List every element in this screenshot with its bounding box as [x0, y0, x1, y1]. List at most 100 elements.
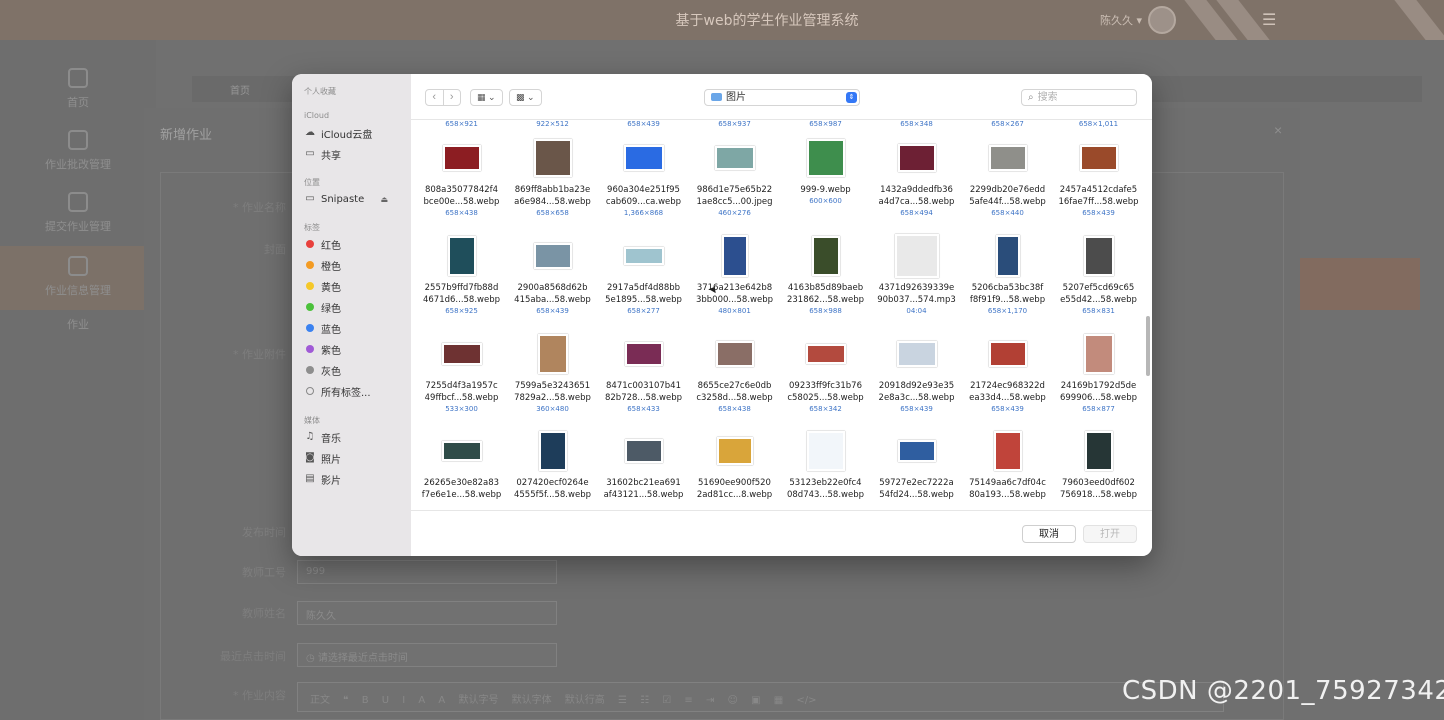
- tag-orange[interactable]: 橙色: [304, 256, 404, 274]
- file-item[interactable]: 5206cba53bc38f f8f91f9...58.webp 658×1,170: [962, 232, 1053, 316]
- file-item[interactable]: 2900a8568d62b 415aba...58.webp 658×439: [507, 232, 598, 316]
- tag-blue[interactable]: 蓝色: [304, 319, 404, 337]
- file-item[interactable]: 53123eb22e0fc4 08d743...58.webp: [780, 427, 871, 501]
- file-item[interactable]: 51690ee900f520 2ad81cc...8.webp: [689, 427, 780, 501]
- sidebar-item-shared[interactable]: ▭ 共享: [304, 145, 404, 163]
- folder-select[interactable]: 图片 ⇕: [704, 89, 860, 106]
- file-item[interactable]: 79603eed0df602 756918...58.webp: [1053, 427, 1144, 501]
- group-view-icon: ▩: [516, 92, 525, 102]
- forward-icon[interactable]: ›: [444, 90, 461, 105]
- file-name: 756918...58.webp: [1059, 490, 1138, 500]
- last-click-time-field[interactable]: ◷ 请选择最近点击时间: [297, 643, 557, 667]
- sidebar-item-label: 影片: [321, 475, 341, 487]
- dialog-footer: 取消 打开: [411, 510, 1152, 556]
- image-thumbnail: [721, 235, 748, 277]
- thumbnail-frame: [416, 427, 507, 475]
- file-item[interactable]: 26265e30e82a83 f7e6e1e...58.webp: [416, 427, 507, 501]
- sidebar-item-homework-info[interactable]: 作业信息管理: [0, 246, 156, 310]
- file-item[interactable]: 75149aa6c7df04c 80a193...58.webp: [962, 427, 1053, 501]
- thumbnail-frame: [598, 232, 689, 280]
- thumbnail-frame: [871, 134, 962, 182]
- search-input[interactable]: ⌕ 搜索: [1021, 89, 1137, 106]
- hamburger-icon[interactable]: ☰: [1262, 10, 1276, 30]
- teacher-name-field[interactable]: 陈久久: [297, 601, 557, 625]
- sidebar-item-photos[interactable]: ◙ 照片: [304, 449, 404, 467]
- file-item[interactable]: 21724ec968322d ea33d4...58.webp 658×439: [962, 330, 1053, 414]
- tag-label: 蓝色: [321, 324, 341, 336]
- back-icon[interactable]: ‹: [426, 90, 444, 105]
- tag-purple[interactable]: 紫色: [304, 340, 404, 358]
- panel-title: 新增作业: [160, 128, 213, 143]
- file-item[interactable]: 2457a4512cdafe5 16fae7ff...58.webp 658×439: [1053, 134, 1144, 218]
- sidebar-item-music[interactable]: ♫ 音乐: [304, 428, 404, 446]
- rich-editor-toolbar[interactable]: 正文 ❝ B U I A A 默认字号 默认字体 默认行高 ☰ ☷ ☑ ≡ ⇥ …: [297, 682, 1224, 712]
- sidebar-subitem-homework[interactable]: 作业: [0, 316, 156, 332]
- sidebar-item-snipaste[interactable]: ▭ Snipaste ⏏: [304, 190, 404, 208]
- file-item[interactable]: 8655ce27c6e0db c3258d...58.webp 658×438: [689, 330, 780, 414]
- file-item[interactable]: 20918d92e93e35 2e8a3c...58.webp 658×439: [871, 330, 962, 414]
- file-dimensions: 658×267: [991, 120, 1024, 128]
- file-item[interactable]: 2917a5df4d88bb 5e1895...58.webp 658×277: [598, 232, 689, 316]
- file-item[interactable]: 3716a213e642b8 3bb000...58.webp 480×801: [689, 232, 780, 316]
- tag-yellow[interactable]: 黄色: [304, 277, 404, 295]
- file-item[interactable]: 09233ff9fc31b76 c58025...58.webp 658×342: [780, 330, 871, 414]
- file-item[interactable]: 960a304e251f95 cab609...ca.webp 1,366×868: [598, 134, 689, 218]
- file-item[interactable]: 59727e2ec7222a 54fd24...58.webp: [871, 427, 962, 501]
- file-item[interactable]: 2299db20e76edd 5afe44f...58.webp 658×440: [962, 134, 1053, 218]
- file-item[interactable]: 7599a5e3243651 7829a2...58.webp 360×480: [507, 330, 598, 414]
- sidebar-item-grading[interactable]: 作业批改管理: [0, 130, 156, 172]
- avatar[interactable]: [1148, 6, 1176, 34]
- file-grid: 658×921 922×512 658×439 658×937 658×987 658×3…: [411, 120, 1152, 510]
- file-item[interactable]: 808a35077842f4 bce00e...58.webp 658×438: [416, 134, 507, 218]
- tab-home[interactable]: 首页: [230, 86, 250, 97]
- file-item[interactable]: 5207ef5cd69c65 e55d42...58.webp 658×831: [1053, 232, 1144, 316]
- sidebar-item-home[interactable]: 首页: [0, 68, 156, 110]
- close-icon[interactable]: ×: [1274, 122, 1282, 138]
- file-item[interactable]: 2557b9ffd7fb88d 4671d6...58.webp 658×925: [416, 232, 507, 316]
- file-name: 8471c003107b41: [606, 381, 681, 391]
- group-view-button[interactable]: ▩ ⌄: [509, 89, 542, 106]
- sidebar-item-submissions[interactable]: 提交作业管理: [0, 192, 156, 234]
- file-name: 699906...58.webp: [1059, 393, 1138, 403]
- file-dimensions: 460×276: [718, 209, 751, 217]
- tag-gray[interactable]: 灰色: [304, 361, 404, 379]
- icon-view-button[interactable]: ▦ ⌄: [470, 89, 503, 106]
- open-button[interactable]: 打开: [1083, 525, 1137, 543]
- thumbnail-frame: [598, 134, 689, 182]
- sidebar-item-movies[interactable]: ▤ 影片: [304, 470, 404, 488]
- file-name: 2557b9ffd7fb88d: [424, 283, 499, 293]
- file-item[interactable]: 986d1e75e65b22 1ae8cc5...00.jpeg 460×276: [689, 134, 780, 218]
- thumbnail-frame: [871, 232, 962, 280]
- file-item[interactable]: 7255d4f3a1957c 49ffbcf...58.webp 533×300: [416, 330, 507, 414]
- tag-green[interactable]: 绿色: [304, 298, 404, 316]
- file-name: 59727e2ec7222a: [879, 478, 954, 488]
- tag-red[interactable]: 红色: [304, 235, 404, 253]
- eject-icon[interactable]: ⏏: [380, 195, 388, 204]
- file-item[interactable]: 4163b85d89baeb 231862...58.webp 658×988: [780, 232, 871, 316]
- image-thumbnail: [537, 334, 568, 374]
- file-name: 7829a2...58.webp: [514, 393, 591, 403]
- file-dimensions: 658×439: [536, 307, 569, 315]
- sidebar-item-icloud-drive[interactable]: ☁ iCloud云盘: [304, 124, 404, 142]
- film-icon: ▤: [305, 473, 315, 484]
- grid-icon: [68, 256, 88, 276]
- file-item[interactable]: 8471c003107b41 82b728...58.webp 658×433: [598, 330, 689, 414]
- teacher-id-field[interactable]: 999: [297, 560, 557, 584]
- image-thumbnail: [1079, 145, 1118, 171]
- file-dimensions: 658×658: [536, 209, 569, 217]
- file-item[interactable]: 31602bc21ea691 af43121...58.webp: [598, 427, 689, 501]
- chevron-down-icon: ⌄: [488, 92, 496, 102]
- search-placeholder: 搜索: [1037, 92, 1058, 103]
- user-name[interactable]: 陈久久 ▾: [1100, 12, 1142, 28]
- cancel-button[interactable]: 取消: [1022, 525, 1076, 543]
- file-item[interactable]: 4371d92639339e 90b037...574.mp3 04:04: [871, 232, 962, 316]
- file-name: 3bb000...58.webp: [695, 295, 774, 305]
- vertical-scrollbar[interactable]: [1146, 316, 1150, 376]
- file-item[interactable]: 869ff8abb1ba23e a6e984...58.webp 658×658: [507, 134, 598, 218]
- file-item[interactable]: 24169b1792d5de 699906...58.webp 658×877: [1053, 330, 1144, 414]
- file-item[interactable]: 999-9.webp 600×600: [780, 134, 871, 206]
- tag-all[interactable]: 所有标签...: [304, 382, 404, 400]
- tags-header: 标签: [304, 223, 320, 232]
- file-item[interactable]: 027420ecf0264e 4555f5f...58.webp: [507, 427, 598, 501]
- file-item[interactable]: 1432a9ddedfb36 a4d7ca...58.webp 658×494: [871, 134, 962, 218]
